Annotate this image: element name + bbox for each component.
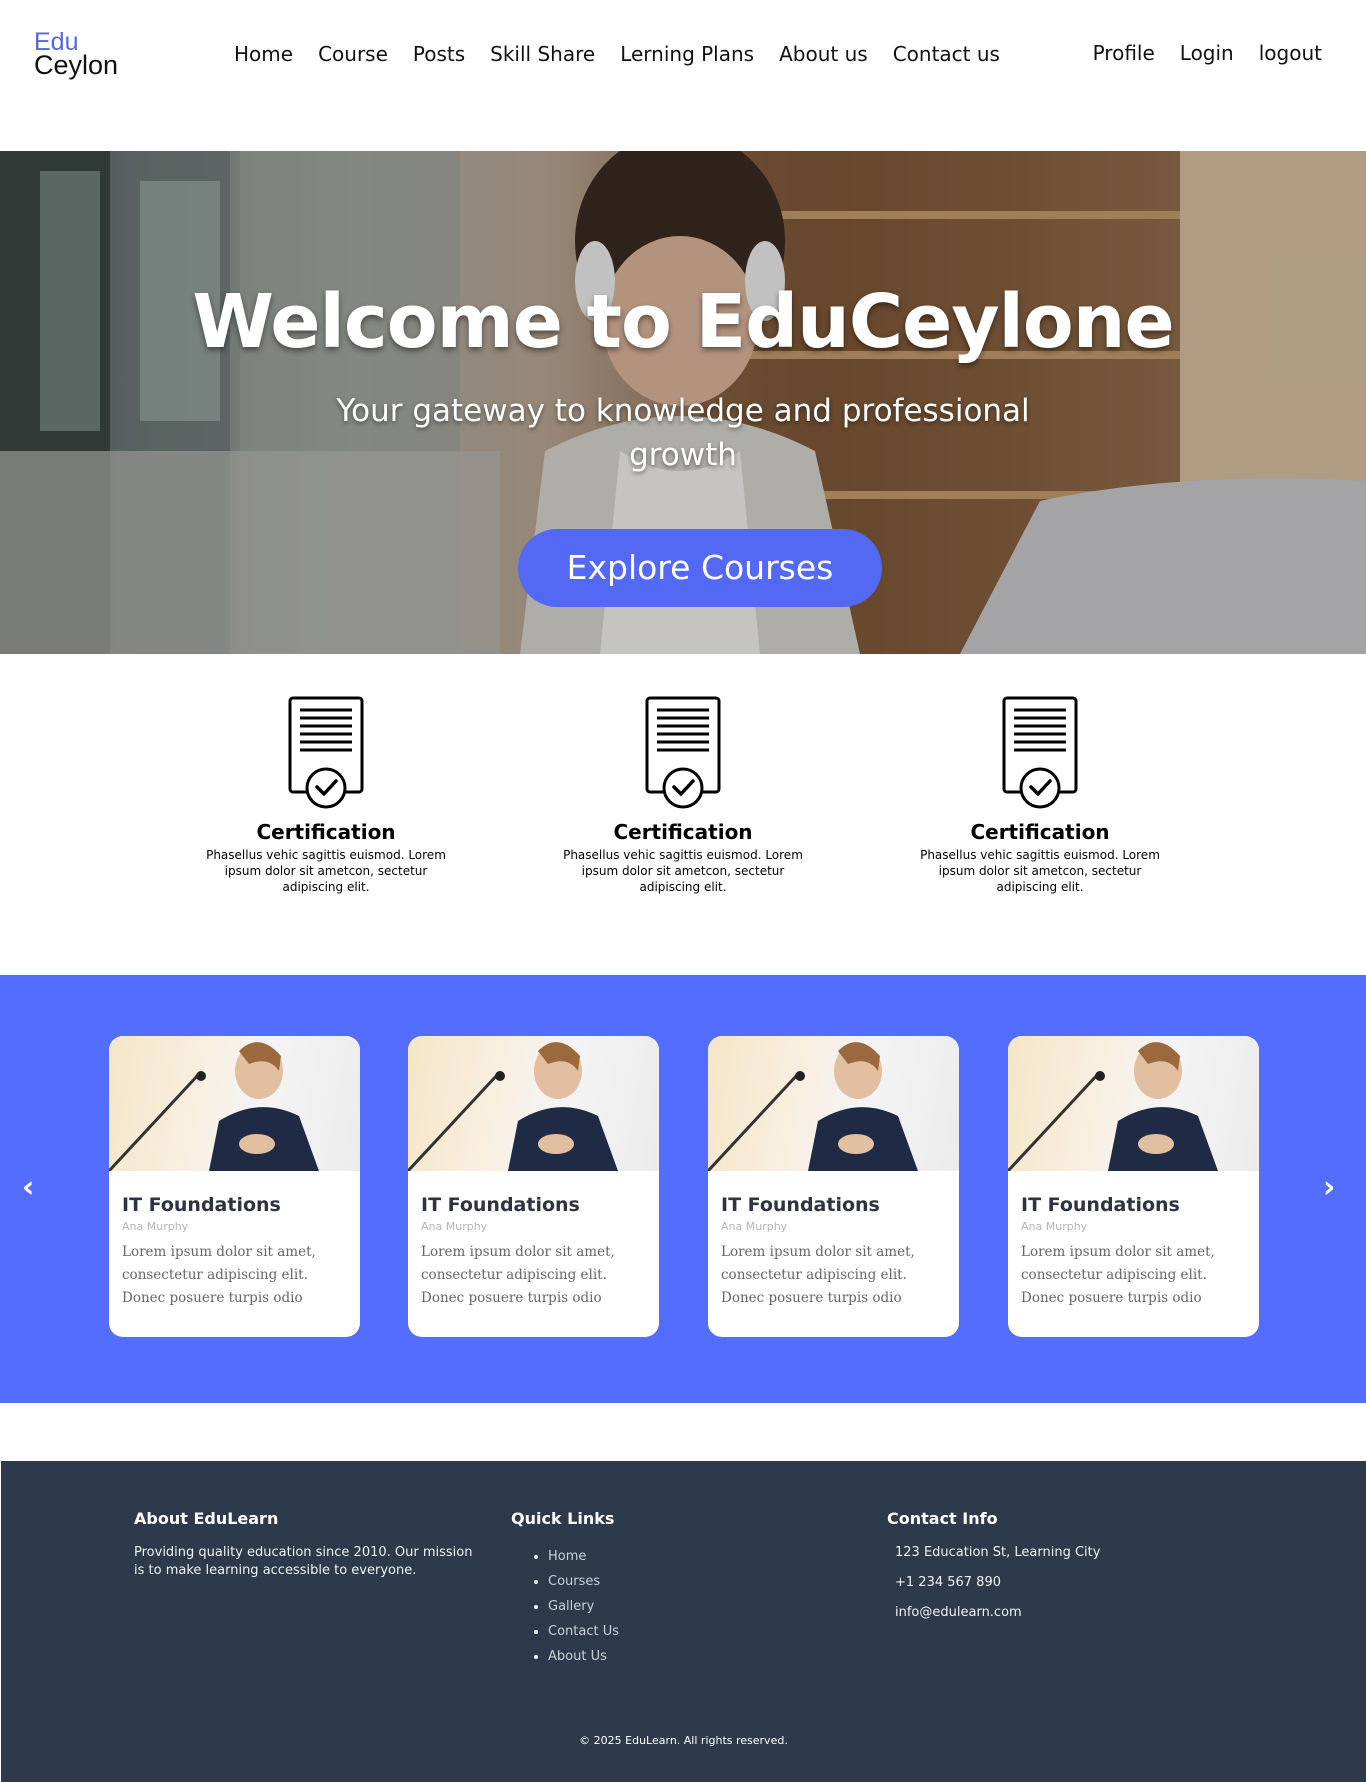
- footer-link-courses[interactable]: Courses: [548, 1569, 811, 1594]
- course-author: Ana Murphy: [721, 1220, 788, 1233]
- course-description: Lorem ipsum dolor sit amet, consectetur …: [1021, 1244, 1215, 1306]
- nav-link-contact-us[interactable]: Contact us: [893, 42, 1000, 66]
- footer-quick-links-heading: Quick Links: [511, 1509, 615, 1528]
- contact-email[interactable]: info@edulearn.com: [895, 1604, 1227, 1622]
- hero-banner: Welcome to EduCeylone Your gateway to kn…: [0, 151, 1366, 654]
- footer-link-contact-us[interactable]: Contact Us: [548, 1619, 811, 1644]
- explore-courses-button[interactable]: Explore Courses: [518, 529, 882, 607]
- certificate-icon: [288, 696, 364, 809]
- nav-link-login[interactable]: Login: [1180, 41, 1234, 65]
- hero-subtitle: Your gateway to knowledge and profession…: [336, 393, 1030, 473]
- chevron-right-icon[interactable]: ›: [1323, 1170, 1335, 1205]
- feature-title: Certification: [256, 820, 396, 844]
- course-title: IT Foundations: [421, 1194, 580, 1216]
- course-title: IT Foundations: [721, 1194, 880, 1216]
- user-nav: Profile Login logout: [1093, 41, 1322, 65]
- feature-title: Certification: [970, 820, 1110, 844]
- nav-link-profile[interactable]: Profile: [1093, 41, 1155, 65]
- contact-phone: +1 234 567 890: [895, 1575, 1001, 1590]
- course-description: Lorem ipsum dolor sit amet, consectetur …: [721, 1244, 915, 1306]
- nav-link-learning-plans[interactable]: Lerning Plans: [620, 42, 754, 66]
- course-title: IT Foundations: [122, 1194, 281, 1216]
- feature-item: Certification Phasellus vehic sagittis e…: [553, 690, 813, 895]
- course-card[interactable]: IT Foundations Ana Murphy Lorem ipsum do…: [708, 1036, 959, 1337]
- course-card[interactable]: IT Foundations Ana Murphy Lorem ipsum do…: [109, 1036, 360, 1337]
- certificate-icon: [645, 696, 721, 809]
- feature-title: Certification: [613, 820, 753, 844]
- logo-ceylon-text: Ceylon: [34, 50, 119, 80]
- feature-item: Certification Phasellus vehic sagittis e…: [196, 690, 456, 895]
- feature-description: Phasellus vehic sagittis euismod. Lorem …: [206, 848, 446, 894]
- footer-contact: Contact Info 123 Education St, Learning …: [887, 1509, 1227, 1634]
- footer-link-gallery[interactable]: Gallery: [548, 1594, 811, 1619]
- logo[interactable]: Edu Ceylon: [34, 30, 118, 79]
- nav-link-posts[interactable]: Posts: [413, 42, 465, 66]
- course-description: Lorem ipsum dolor sit amet, consectetur …: [122, 1244, 316, 1306]
- footer-link-about-us[interactable]: About Us: [548, 1644, 811, 1669]
- course-card[interactable]: IT Foundations Ana Murphy Lorem ipsum do…: [1008, 1036, 1259, 1337]
- certificate-icon: [1002, 696, 1078, 809]
- nav-link-home[interactable]: Home: [234, 42, 293, 66]
- course-title: IT Foundations: [1021, 1194, 1180, 1216]
- footer-contact-heading: Contact Info: [887, 1509, 998, 1528]
- main-nav: Home Course Posts Skill Share Lerning Pl…: [234, 42, 1025, 66]
- footer-links-list: Home Courses Gallery Contact Us About Us: [511, 1544, 811, 1669]
- course-author: Ana Murphy: [122, 1220, 189, 1233]
- nav-link-skill-share[interactable]: Skill Share: [490, 42, 595, 66]
- hero-title: Welcome to EduCeylone: [192, 279, 1174, 365]
- nav-link-logout[interactable]: logout: [1259, 41, 1322, 65]
- nav-link-course[interactable]: Course: [318, 42, 388, 66]
- course-image: [708, 1036, 959, 1171]
- footer-link-home[interactable]: Home: [548, 1544, 811, 1569]
- chevron-left-icon[interactable]: ‹: [22, 1170, 34, 1205]
- top-navigation: Edu Ceylon Home Course Posts Skill Share…: [0, 0, 1366, 110]
- feature-description: Phasellus vehic sagittis euismod. Lorem …: [563, 848, 803, 894]
- footer-about-heading: About EduLearn: [134, 1509, 279, 1528]
- feature-description: Phasellus vehic sagittis euismod. Lorem …: [920, 848, 1160, 894]
- footer-about: About EduLearn Providing quality educati…: [134, 1509, 474, 1580]
- course-image: [408, 1036, 659, 1171]
- course-description: Lorem ipsum dolor sit amet, consectetur …: [421, 1244, 615, 1306]
- course-image: [109, 1036, 360, 1171]
- copyright: © 2025 EduLearn. All rights reserved.: [579, 1734, 788, 1747]
- features-section: Certification Phasellus vehic sagittis e…: [0, 690, 1366, 910]
- course-image: [1008, 1036, 1259, 1171]
- course-author: Ana Murphy: [1021, 1220, 1088, 1233]
- course-author: Ana Murphy: [421, 1220, 488, 1233]
- nav-link-about-us[interactable]: About us: [779, 42, 868, 66]
- course-card[interactable]: IT Foundations Ana Murphy Lorem ipsum do…: [408, 1036, 659, 1337]
- footer-quick-links: Quick Links Home Courses Gallery Contact…: [511, 1509, 811, 1669]
- site-footer: About EduLearn Providing quality educati…: [1, 1461, 1366, 1782]
- contact-address: 123 Education St, Learning City: [895, 1545, 1101, 1560]
- feature-item: Certification Phasellus vehic sagittis e…: [910, 690, 1170, 895]
- courses-carousel: ‹ › IT Foundations Ana Murphy Lorem ipsu…: [0, 975, 1366, 1403]
- footer-about-text: Providing quality education since 2010. …: [134, 1545, 473, 1578]
